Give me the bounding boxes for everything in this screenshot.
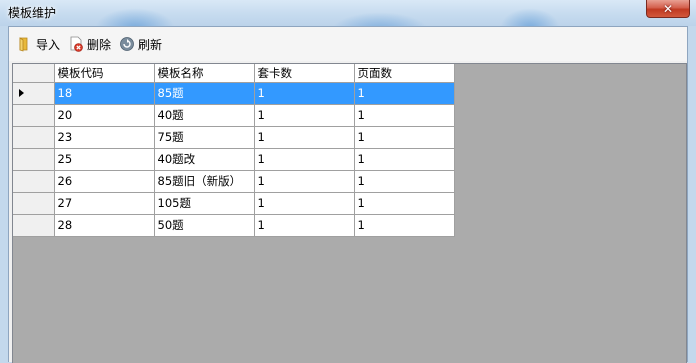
- cell-code[interactable]: 25: [54, 148, 155, 171]
- cell-code[interactable]: 28: [54, 214, 155, 237]
- refresh-icon: [120, 37, 134, 51]
- cell-name[interactable]: 40题改: [154, 148, 255, 171]
- row-header[interactable]: [13, 192, 55, 215]
- cell-code[interactable]: 23: [54, 126, 155, 149]
- row-header[interactable]: [13, 170, 55, 193]
- cell-name[interactable]: 75题: [154, 126, 255, 149]
- column-header-code[interactable]: 模板代码: [54, 64, 155, 83]
- cell-code[interactable]: 18: [54, 82, 155, 105]
- cell-cards[interactable]: 1: [254, 170, 355, 193]
- cell-cards[interactable]: 1: [254, 82, 355, 105]
- current-row-arrow-icon: [19, 89, 24, 97]
- table-row[interactable]: 25 40题改 1 1: [13, 148, 455, 171]
- cell-name[interactable]: 50题: [154, 214, 255, 237]
- column-header-cards[interactable]: 套卡数: [254, 64, 355, 83]
- corner-header[interactable]: [13, 64, 55, 83]
- refresh-label: 刷新: [138, 37, 163, 52]
- window-title: 模板维护: [8, 6, 57, 20]
- close-icon: ✕: [662, 1, 674, 16]
- cell-cards[interactable]: 1: [254, 214, 355, 237]
- delete-document-icon: [70, 36, 83, 52]
- cell-name[interactable]: 40题: [154, 104, 255, 127]
- cell-name[interactable]: 85题: [154, 82, 255, 105]
- cell-cards[interactable]: 1: [254, 126, 355, 149]
- row-header[interactable]: [13, 104, 55, 127]
- cell-code[interactable]: 27: [54, 192, 155, 215]
- table-row[interactable]: 28 50题 1 1: [13, 214, 455, 237]
- import-button[interactable]: 导入: [15, 32, 64, 56]
- cell-code[interactable]: 20: [54, 104, 155, 127]
- close-button[interactable]: ✕: [646, 0, 690, 18]
- cell-pages[interactable]: 1: [354, 126, 455, 149]
- cell-pages[interactable]: 1: [354, 214, 455, 237]
- cell-name[interactable]: 85题旧（新版）: [154, 170, 255, 193]
- cell-pages[interactable]: 1: [354, 104, 455, 127]
- refresh-button[interactable]: 刷新: [117, 32, 166, 56]
- window-client-area: 导入 删除 刷新 模板代码 模板名称 套卡数 页面数 18 85题 1 1 20…: [8, 26, 688, 363]
- column-header-pages[interactable]: 页面数: [354, 64, 455, 83]
- cell-cards[interactable]: 1: [254, 104, 355, 127]
- toolbar: 导入 删除 刷新: [9, 27, 687, 61]
- cell-name[interactable]: 105题: [154, 192, 255, 215]
- column-header-name[interactable]: 模板名称: [154, 64, 255, 83]
- cell-pages[interactable]: 1: [354, 192, 455, 215]
- row-header[interactable]: [13, 82, 55, 105]
- delete-label: 删除: [87, 37, 112, 52]
- table-row[interactable]: 23 75题 1 1: [13, 126, 455, 149]
- delete-button[interactable]: 删除: [66, 32, 115, 56]
- cell-pages[interactable]: 1: [354, 148, 455, 171]
- template-grid[interactable]: 模板代码 模板名称 套卡数 页面数 18 85题 1 1 20 40题 1 1 …: [12, 63, 687, 363]
- cell-pages[interactable]: 1: [354, 170, 455, 193]
- title-bar[interactable]: 模板维护 ✕: [0, 0, 696, 26]
- table-row[interactable]: 26 85题旧（新版） 1 1: [13, 170, 455, 193]
- row-header[interactable]: [13, 148, 55, 171]
- import-label: 导入: [36, 37, 61, 52]
- table-row[interactable]: 27 105题 1 1: [13, 192, 455, 215]
- row-header[interactable]: [13, 126, 55, 149]
- cell-pages[interactable]: 1: [354, 82, 455, 105]
- cell-cards[interactable]: 1: [254, 148, 355, 171]
- header-row: 模板代码 模板名称 套卡数 页面数: [13, 64, 455, 83]
- cell-cards[interactable]: 1: [254, 192, 355, 215]
- table-row[interactable]: 18 85题 1 1: [13, 82, 455, 105]
- row-header[interactable]: [13, 214, 55, 237]
- folder-import-icon: [19, 37, 28, 52]
- table-row[interactable]: 20 40题 1 1: [13, 104, 455, 127]
- cell-code[interactable]: 26: [54, 170, 155, 193]
- template-table: 模板代码 模板名称 套卡数 页面数 18 85题 1 1 20 40题 1 1 …: [13, 64, 455, 237]
